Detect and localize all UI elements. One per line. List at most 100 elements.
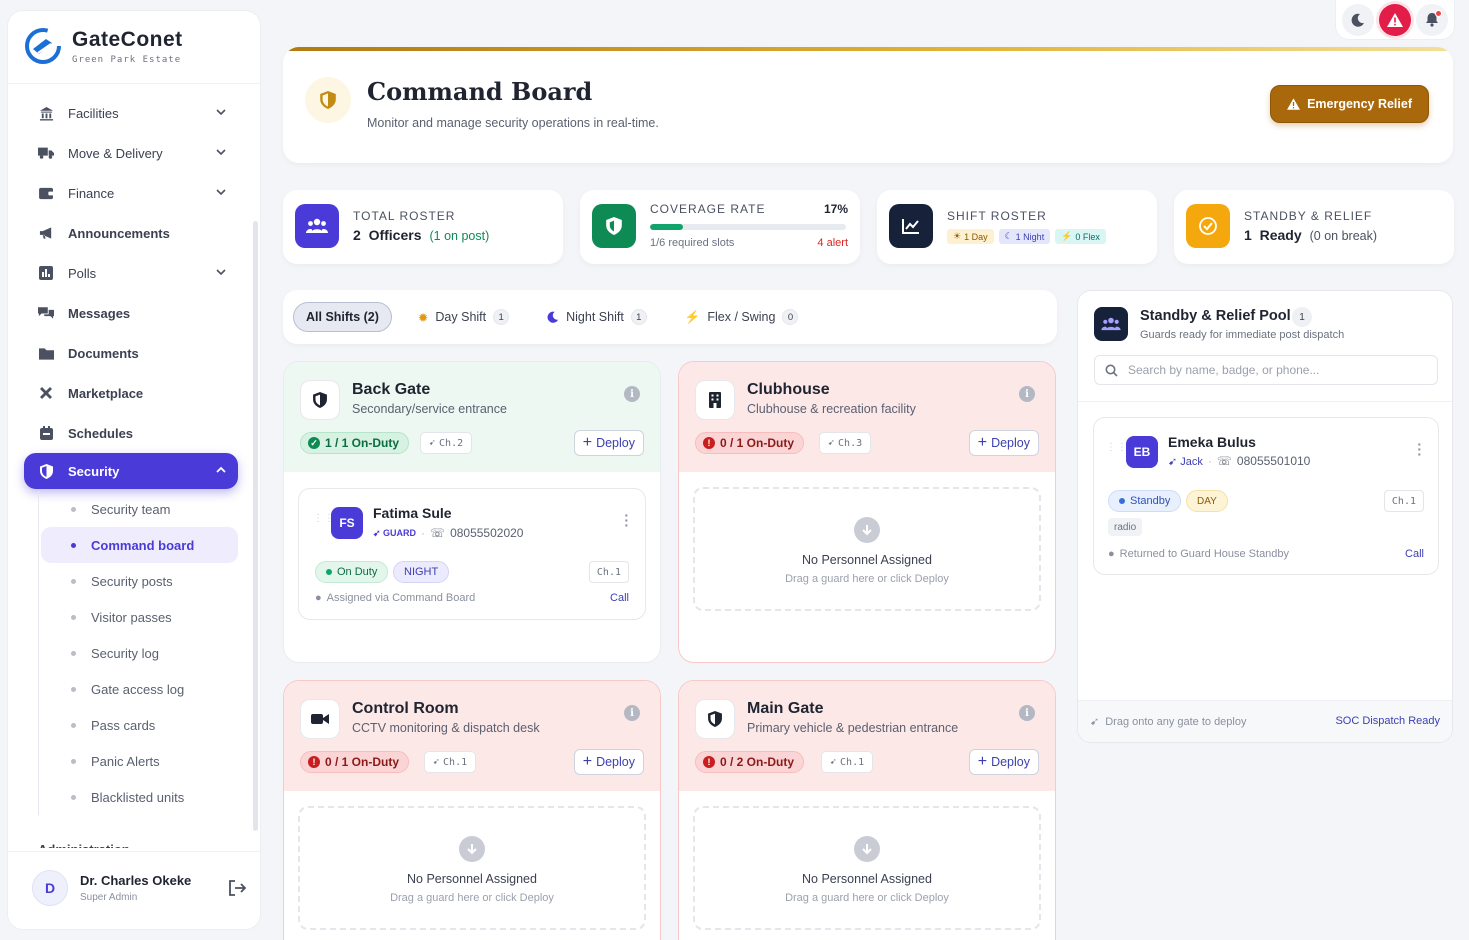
subnav-command-board[interactable]: Command board	[41, 527, 238, 563]
bullet	[71, 507, 76, 512]
info-icon[interactable]: i	[624, 386, 640, 402]
subnav-security-log[interactable]: Security log	[39, 635, 260, 671]
chevron-down-icon	[216, 267, 226, 277]
post-card-main-gate[interactable]: Main Gate Primary vehicle & pedestrian e…	[678, 680, 1056, 940]
building-icon	[695, 380, 735, 420]
sidebar-item-label: Announcements	[68, 225, 170, 241]
deploy-button[interactable]: + Deploy	[573, 749, 644, 775]
tab-flex-swing[interactable]: ⚡ Flex / Swing 0	[673, 302, 811, 332]
guard-card-fatima-sule[interactable]: ⋮⋮ FS Fatima Sule ➹ GUARD · ☏ 08055502020…	[298, 488, 646, 620]
sidebar-item-label: Polls	[68, 265, 97, 281]
tab-label: Night Shift	[566, 310, 624, 324]
sidebar-item-messages[interactable]: Messages	[8, 293, 260, 333]
sidebar-item-schedules[interactable]: Schedules	[8, 413, 260, 453]
info-icon[interactable]: i	[1019, 705, 1035, 721]
empty-title: No Personnel Assigned	[802, 872, 932, 886]
drag-handle-icon[interactable]: ⋮⋮	[1106, 443, 1128, 453]
subnav-panic-alerts[interactable]: Panic Alerts	[39, 743, 260, 779]
post-card-back-gate[interactable]: Back Gate Secondary/service entrance i ✓…	[283, 361, 661, 663]
roster-extra: (1 on post)	[429, 229, 490, 243]
more-options-icon[interactable]: · · ·	[1417, 437, 1422, 461]
tab-day-shift[interactable]: ✹ Day Shift 1	[406, 302, 521, 332]
coverage-alert: 4 alert	[817, 237, 848, 249]
more-options-icon[interactable]: · · ·	[624, 508, 629, 532]
sidebar-item-announcements[interactable]: Announcements	[8, 213, 260, 253]
stat-standby-relief: STANDBY & RELIEF 1 Ready (0 on break)	[1174, 190, 1454, 264]
subnav-blacklisted-units[interactable]: Blacklisted units	[39, 779, 260, 815]
duty-text: 0 / 1 On-Duty	[325, 755, 400, 769]
post-card-clubhouse[interactable]: Clubhouse Clubhouse & recreation facilit…	[678, 361, 1056, 663]
deploy-button[interactable]: + Deploy	[573, 430, 644, 456]
post-name: Clubhouse	[747, 381, 830, 398]
empty-drop-zone[interactable]: No Personnel Assigned Drag a guard here …	[693, 487, 1041, 611]
day-count: 1 Day	[964, 231, 988, 242]
subnav-pass-cards[interactable]: Pass cards	[39, 707, 260, 743]
empty-hint: Drag a guard here or click Deploy	[390, 892, 554, 904]
duty-status-badge: ! 0 / 1 On-Duty	[300, 751, 410, 773]
empty-drop-zone[interactable]: No Personnel Assigned Drag a guard here …	[693, 806, 1041, 930]
guard-role: ➹ GUARD	[373, 528, 416, 539]
notifications-button[interactable]	[1415, 3, 1448, 36]
subnav-security-posts[interactable]: Security posts	[39, 563, 260, 599]
duty-text: 0 / 2 On-Duty	[720, 755, 795, 769]
search-input[interactable]	[1128, 363, 1418, 377]
sidebar-item-label: Documents	[68, 345, 139, 361]
post-description: Clubhouse & recreation facility	[747, 402, 916, 416]
sidebar-item-administration-partial[interactable]: Administration	[38, 842, 130, 848]
page-header: Command Board Monitor and manage securit…	[283, 47, 1453, 163]
separator: ·	[1207, 454, 1212, 468]
plus-icon: +	[582, 434, 593, 451]
sidebar-scrollbar[interactable]	[253, 221, 258, 831]
tab-all-shifts[interactable]: All Shifts (2)	[293, 302, 392, 332]
post-card-control-room[interactable]: Control Room CCTV monitoring & dispatch …	[283, 680, 661, 940]
panic-alert-button[interactable]	[1378, 3, 1411, 36]
guard-card-emeka-bulus[interactable]: ⋮⋮ EB Emeka Bulus ➹ Jack · ☏ 08055501010 …	[1093, 417, 1439, 575]
sidebar-item-security[interactable]: Security	[24, 453, 238, 489]
subnav-label: Visitor passes	[91, 609, 172, 625]
info-icon[interactable]: i	[624, 705, 640, 721]
tab-count: 0	[782, 309, 799, 325]
sidebar-item-polls[interactable]: Polls	[8, 253, 260, 293]
subnav-security-team[interactable]: Security team	[39, 491, 260, 527]
subnav-label: Security team	[91, 501, 171, 517]
call-button[interactable]: Call	[610, 592, 629, 604]
info-icon[interactable]: i	[1019, 386, 1035, 402]
roster-unit: Officers	[368, 227, 422, 243]
emergency-relief-button[interactable]: Emergency Relief	[1270, 85, 1429, 123]
users-icon	[295, 204, 339, 248]
radio-icon: ➹	[828, 437, 835, 449]
avatar[interactable]: D	[32, 870, 68, 906]
logout-icon[interactable]	[228, 880, 246, 896]
sidebar-item-facilities[interactable]: Facilities	[8, 93, 260, 133]
guard-meta: ➹ Jack · ☏ 08055501010	[1168, 454, 1310, 468]
deploy-button[interactable]: + Deploy	[968, 430, 1039, 456]
header-accent-bar	[283, 47, 1453, 51]
standby-count: 1	[1244, 227, 1252, 243]
dark-mode-toggle[interactable]	[1342, 3, 1375, 36]
subnav-gate-access-log[interactable]: Gate access log	[39, 671, 260, 707]
guard-name: Fatima Sule	[373, 505, 452, 521]
shift-text: NIGHT	[404, 566, 439, 578]
tab-night-shift[interactable]: Night Shift 1	[535, 302, 659, 332]
deploy-button[interactable]: + Deploy	[968, 749, 1039, 775]
channel-text: Ch.2	[439, 437, 464, 449]
empty-drop-zone[interactable]: No Personnel Assigned Drag a guard here …	[298, 806, 646, 930]
brand-subtitle: Green Park Estate	[72, 54, 182, 65]
brand[interactable]: GateConet Green Park Estate	[24, 27, 183, 65]
shift-pills: ☀ 1 Day ☾ 1 Night ⚡ 0 Flex	[947, 229, 1111, 244]
sidebar-item-move-delivery[interactable]: Move & Delivery	[8, 133, 260, 173]
arrow-down-icon	[459, 836, 485, 862]
moon-icon	[1351, 13, 1365, 27]
subnav-label: Panic Alerts	[91, 753, 160, 769]
sidebar-item-marketplace[interactable]: Marketplace	[8, 373, 260, 413]
night-count: 1 Night	[1015, 231, 1045, 242]
soc-dispatch-status[interactable]: SOC Dispatch Ready	[1335, 715, 1440, 727]
subnav-visitor-passes[interactable]: Visitor passes	[39, 599, 260, 635]
sidebar-item-documents[interactable]: Documents	[8, 333, 260, 373]
empty-title: No Personnel Assigned	[802, 553, 932, 567]
chart-line-icon	[889, 204, 933, 248]
call-button[interactable]: Call	[1405, 548, 1424, 560]
sidebar-item-finance[interactable]: Finance	[8, 173, 260, 213]
guard-avatar: FS	[331, 507, 363, 539]
post-name: Control Room	[352, 700, 459, 717]
